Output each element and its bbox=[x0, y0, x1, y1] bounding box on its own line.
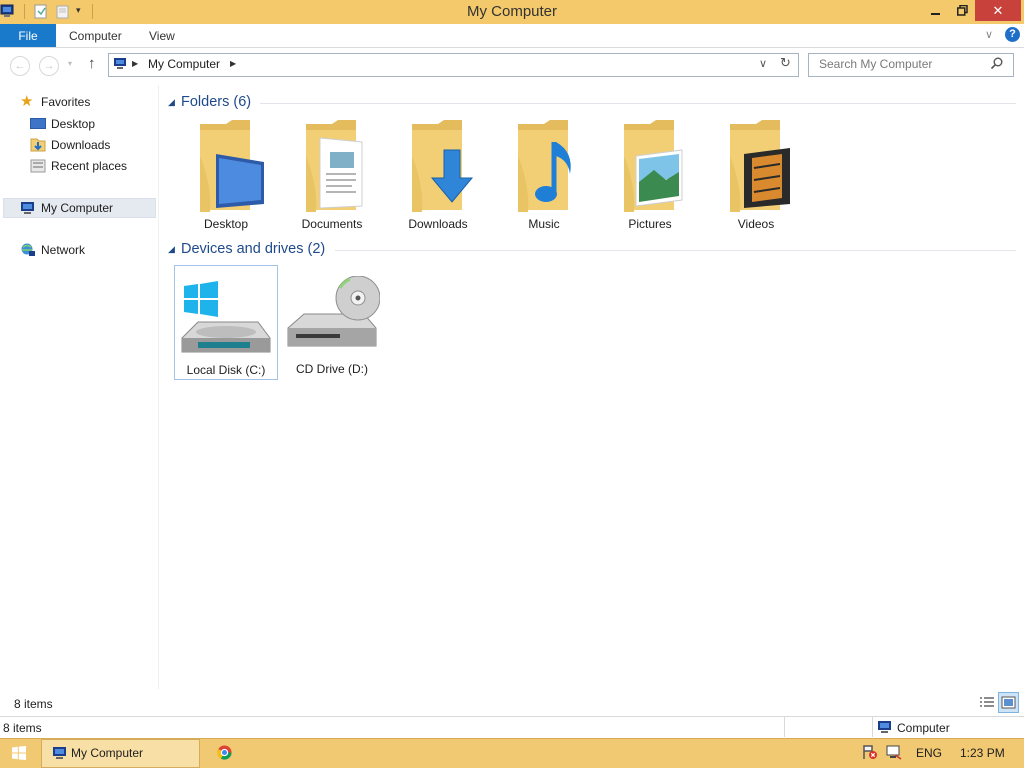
forward-arrow-icon: → bbox=[43, 60, 55, 72]
search-icon[interactable] bbox=[990, 57, 1003, 70]
breadcrumb-my-computer[interactable]: My Computer bbox=[148, 57, 220, 71]
sidebar-item-downloads[interactable]: Downloads bbox=[30, 138, 110, 152]
restore-button[interactable] bbox=[949, 0, 975, 21]
desktop-icon bbox=[30, 118, 46, 129]
star-icon: ★ bbox=[20, 93, 34, 110]
computer-icon bbox=[53, 747, 66, 759]
sidebar-item-label: Downloads bbox=[51, 138, 111, 152]
folder-label: Documents bbox=[301, 217, 363, 231]
breadcrumb-chevron-icon[interactable]: ▶ bbox=[132, 59, 138, 68]
navigation-pane bbox=[0, 85, 159, 689]
bottom-item-count: 8 items bbox=[3, 721, 42, 735]
refresh-icon[interactable]: ↻ bbox=[780, 55, 791, 71]
item-count: 8 items bbox=[14, 697, 53, 711]
status-divider bbox=[872, 717, 873, 737]
drive-label: Local Disk (C:) bbox=[186, 363, 266, 377]
drive-cd-d[interactable]: CD Drive (D:) bbox=[280, 265, 384, 380]
taskbar-clock[interactable]: 1:23 PM bbox=[960, 746, 1005, 760]
folder-label: Videos bbox=[737, 217, 775, 231]
network-icon bbox=[21, 243, 35, 256]
sidebar-item-label: My Computer bbox=[41, 201, 114, 215]
network-status-icon[interactable] bbox=[886, 745, 902, 760]
desktop-folder-icon bbox=[200, 120, 264, 212]
computer-icon bbox=[878, 721, 891, 733]
group-separator bbox=[335, 250, 1016, 251]
minimize-button[interactable] bbox=[922, 0, 949, 21]
address-dropdown-icon[interactable]: ∨ bbox=[759, 57, 767, 70]
sidebar-item-my-computer[interactable]: My Computer bbox=[20, 201, 113, 215]
minimize-icon bbox=[931, 12, 940, 15]
close-button[interactable]: ✕ bbox=[975, 0, 1021, 21]
sidebar-item-label: Network bbox=[41, 243, 86, 257]
pictures-folder-icon bbox=[624, 120, 683, 212]
folder-downloads[interactable]: Downloads bbox=[386, 116, 490, 233]
group-separator bbox=[260, 103, 1016, 104]
action-center-icon[interactable] bbox=[862, 745, 878, 760]
downloads-icon bbox=[30, 138, 46, 152]
large-icons-view-button[interactable] bbox=[998, 692, 1019, 713]
close-icon: ✕ bbox=[992, 2, 1004, 18]
devices-group-heading[interactable]: Devices and drives (2) bbox=[181, 241, 325, 257]
bottom-status-bar bbox=[0, 716, 1024, 739]
computer-icon bbox=[114, 58, 126, 69]
folder-label: Downloads bbox=[408, 217, 468, 231]
tab-file[interactable]: File bbox=[0, 24, 56, 47]
details-view-icon[interactable] bbox=[978, 695, 996, 711]
collapse-group-icon[interactable]: ◢ bbox=[168, 244, 175, 255]
sidebar-item-network[interactable]: Network bbox=[20, 243, 85, 257]
status-divider bbox=[784, 717, 785, 737]
folder-music[interactable]: Music bbox=[492, 116, 596, 233]
large-icons-view-icon bbox=[1001, 696, 1016, 709]
help-icon[interactable]: ? bbox=[1005, 27, 1020, 42]
tab-computer[interactable]: Computer bbox=[69, 29, 122, 43]
folder-label: Pictures bbox=[628, 217, 672, 231]
expand-ribbon-icon[interactable]: ∨ bbox=[985, 28, 993, 41]
drive-label: CD Drive (D:) bbox=[296, 362, 368, 376]
music-folder-icon bbox=[518, 120, 571, 212]
drive-local-disk-c[interactable]: Local Disk (C:) bbox=[174, 265, 278, 380]
collapse-group-icon[interactable]: ◢ bbox=[168, 97, 175, 108]
folder-label: Desktop bbox=[203, 217, 249, 231]
downloads-folder-icon bbox=[412, 120, 474, 212]
computer-icon bbox=[21, 202, 34, 214]
search-placeholder[interactable]: Search My Computer bbox=[819, 57, 932, 71]
taskbar-button-label: My Computer bbox=[71, 746, 144, 760]
windows-drive-icon bbox=[181, 281, 271, 353]
status-location: Computer bbox=[897, 721, 950, 735]
back-arrow-icon: ← bbox=[14, 60, 26, 72]
sidebar-item-favorites[interactable]: ★ Favorites bbox=[20, 93, 91, 110]
window-title: My Computer bbox=[466, 3, 558, 20]
input-language-indicator[interactable]: ENG bbox=[916, 746, 942, 760]
sidebar-item-recent-places[interactable]: Recent places bbox=[30, 159, 127, 173]
recent-locations-icon[interactable]: ▾ bbox=[68, 59, 72, 68]
status-bar bbox=[0, 690, 1024, 716]
documents-folder-icon bbox=[306, 120, 363, 212]
restore-icon bbox=[956, 5, 968, 16]
breadcrumb-chevron-icon[interactable]: ▶ bbox=[230, 59, 236, 68]
up-button[interactable]: ↑ bbox=[88, 55, 96, 72]
start-windows-icon[interactable] bbox=[12, 746, 26, 760]
up-arrow-icon: ↑ bbox=[88, 55, 96, 72]
folder-desktop[interactable]: Desktop bbox=[174, 116, 278, 233]
folder-label: Music bbox=[528, 217, 560, 231]
cd-drive-icon bbox=[287, 275, 381, 347]
sidebar-item-label: Favorites bbox=[41, 95, 91, 109]
tab-view[interactable]: View bbox=[149, 29, 175, 43]
sidebar-item-label: Desktop bbox=[51, 117, 96, 131]
folder-videos[interactable]: Videos bbox=[704, 116, 808, 233]
forward-button[interactable]: → bbox=[39, 56, 59, 76]
recent-places-icon bbox=[30, 159, 46, 173]
folder-documents[interactable]: Documents bbox=[280, 116, 384, 233]
folders-group-heading[interactable]: Folders (6) bbox=[181, 94, 251, 110]
sidebar-item-label: Recent places bbox=[51, 159, 128, 173]
back-button[interactable]: ← bbox=[10, 56, 30, 76]
folder-pictures[interactable]: Pictures bbox=[598, 116, 702, 233]
chrome-icon[interactable] bbox=[217, 745, 232, 760]
videos-folder-icon bbox=[730, 120, 790, 212]
sidebar-item-desktop[interactable]: Desktop bbox=[30, 117, 95, 131]
